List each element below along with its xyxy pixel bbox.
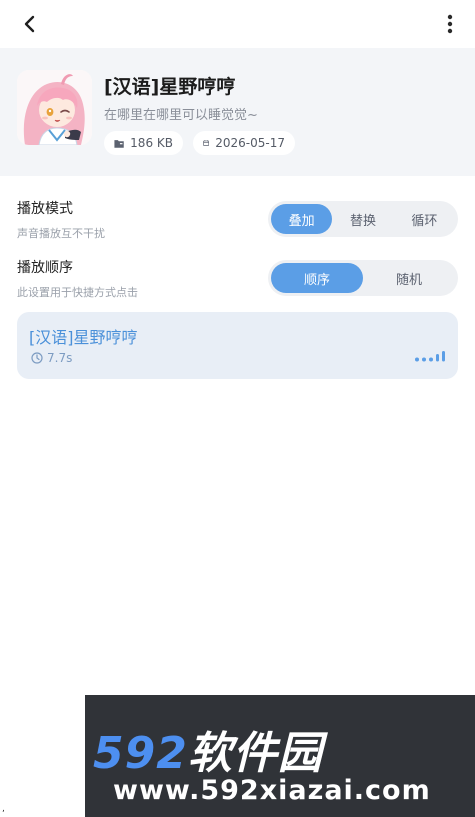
cover-image — [17, 70, 92, 145]
date-chip: 2026-05-17 — [193, 131, 295, 155]
play-mode-option-overlay[interactable]: 叠加 — [271, 204, 333, 234]
duration-text: 7.7s — [47, 351, 73, 365]
watermark-url: www.592xiazai.com — [113, 775, 431, 806]
corner-mark: , — [2, 804, 5, 814]
list-item[interactable]: [汉语]星野哼哼 7.7s — [17, 312, 458, 379]
list-item-duration: 7.7s — [31, 351, 72, 365]
sound-header: [汉语]星野哼哼 在哪里在哪里可以睡觉觉~ 186 KB 2026-05-17 — [0, 48, 475, 176]
play-order-segmented-control: 顺序 随机 — [268, 260, 458, 296]
watermark-banner: 592软件园 www.592xiazai.com — [85, 695, 475, 817]
play-mode-option-loop[interactable]: 循环 — [394, 204, 455, 234]
play-mode-option-replace[interactable]: 替换 — [332, 204, 393, 234]
play-order-label: 播放顺序 — [17, 260, 73, 276]
watermark-logo: 592软件园 — [93, 717, 323, 781]
file-size-chip: 186 KB — [104, 131, 183, 155]
watermark-logo-text: 软件园 — [187, 728, 323, 779]
play-order-option-sequential[interactable]: 顺序 — [271, 263, 363, 293]
top-bar — [0, 0, 475, 48]
play-order-description: 此设置用于快捷方式点击 — [17, 286, 138, 299]
clock-icon — [31, 352, 43, 364]
list-item-title: [汉语]星野哼哼 — [29, 328, 138, 347]
anime-girl-avatar-icon — [17, 70, 92, 145]
play-mode-description: 声音播放互不干扰 — [17, 227, 105, 240]
folder-icon — [114, 139, 124, 148]
more-vertical-icon — [447, 14, 453, 34]
play-order-option-random[interactable]: 随机 — [363, 263, 455, 293]
audio-wave-icon — [415, 351, 445, 362]
play-mode-segmented-control: 叠加 替换 循环 — [268, 201, 458, 237]
calendar-icon — [203, 140, 210, 146]
watermark-logo-number: 592 — [93, 728, 188, 779]
date-text: 2026-05-17 — [215, 136, 285, 150]
back-button[interactable] — [18, 12, 42, 36]
sound-subtitle: 在哪里在哪里可以睡觉觉~ — [104, 108, 258, 123]
app-screen: [汉语]星野哼哼 在哪里在哪里可以睡觉觉~ 186 KB 2026-05-17 … — [0, 0, 475, 817]
more-menu-button[interactable] — [440, 12, 460, 36]
sound-title: [汉语]星野哼哼 — [104, 76, 236, 98]
play-mode-label: 播放模式 — [17, 201, 73, 217]
file-size-text: 186 KB — [130, 136, 173, 150]
chevron-left-icon — [24, 15, 35, 33]
